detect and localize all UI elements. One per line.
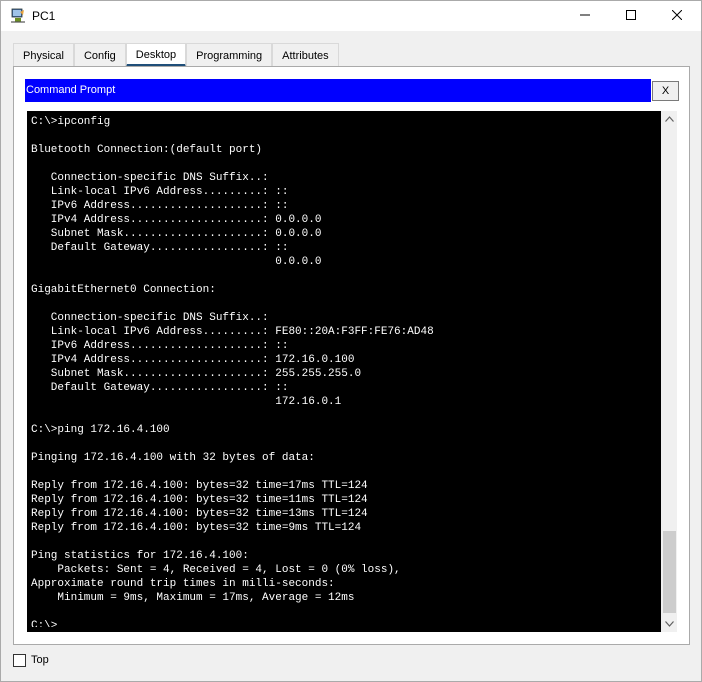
maximize-icon xyxy=(626,9,636,23)
command-prompt-close-button[interactable]: X xyxy=(652,81,679,101)
minimize-button[interactable] xyxy=(562,1,608,31)
pc1-window: PC1 Physical Config Desktop Programming … xyxy=(0,0,702,682)
packet-tracer-pc-icon xyxy=(10,8,26,24)
scroll-thumb[interactable] xyxy=(663,531,676,613)
tab-desktop[interactable]: Desktop xyxy=(125,43,187,67)
close-icon xyxy=(671,9,683,23)
maximize-button[interactable] xyxy=(608,1,654,31)
scroll-up-arrow-icon[interactable] xyxy=(661,111,677,127)
tab-bar: Physical Config Desktop Programming Attr… xyxy=(13,43,339,67)
minimize-icon xyxy=(580,9,590,23)
window-title: PC1 xyxy=(32,9,56,23)
top-checkbox-label: Top xyxy=(31,654,49,666)
desktop-panel: Command Prompt X C:\>ipconfig Bluetooth … xyxy=(13,66,690,645)
tab-attributes[interactable]: Attributes xyxy=(272,43,339,67)
close-button[interactable] xyxy=(654,1,700,31)
terminal[interactable]: C:\>ipconfig Bluetooth Connection:(defau… xyxy=(27,111,677,632)
tab-programming[interactable]: Programming xyxy=(186,43,273,67)
top-checkbox[interactable] xyxy=(13,654,26,667)
scroll-down-arrow-icon[interactable] xyxy=(661,616,677,632)
terminal-scrollbar[interactable] xyxy=(661,111,677,632)
terminal-output[interactable]: C:\>ipconfig Bluetooth Connection:(defau… xyxy=(31,115,659,627)
tab-physical[interactable]: Physical xyxy=(13,43,74,67)
title-bar[interactable]: PC1 xyxy=(1,1,701,31)
command-prompt-title: Command Prompt xyxy=(25,79,651,102)
tab-config[interactable]: Config xyxy=(73,43,126,67)
